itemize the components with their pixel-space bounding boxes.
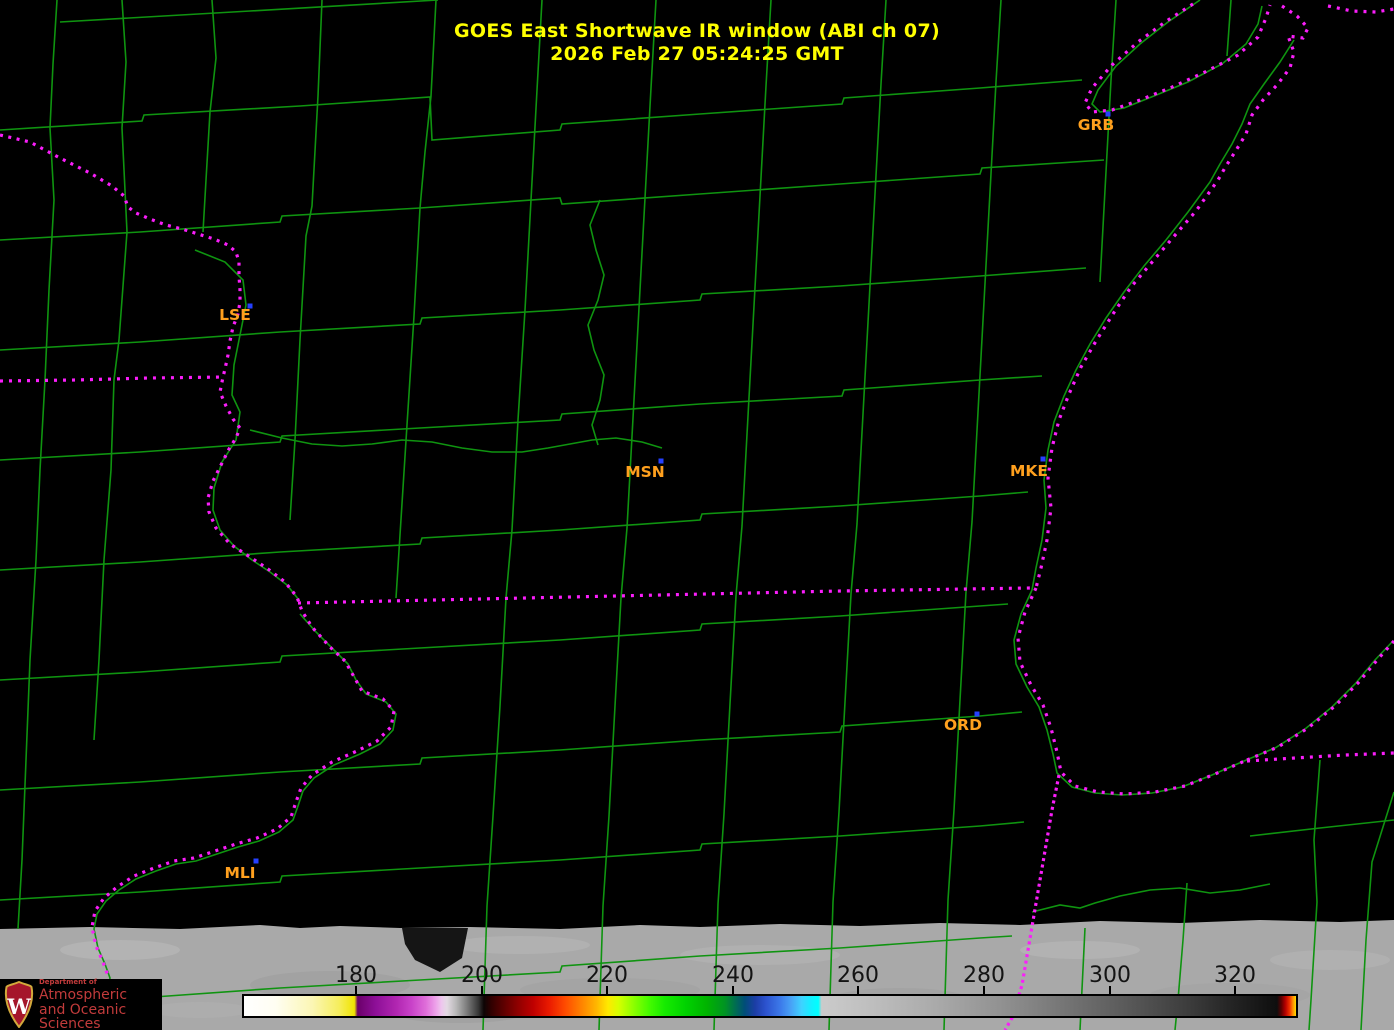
city-label-mli: MLI [224,864,255,882]
colorbar-gradient [242,994,1298,1018]
logo-name-line2: and Oceanic Sciences [39,1003,162,1030]
colorbar-tick-label-320: 320 [1205,963,1265,988]
ir-texture-patch [450,936,590,954]
ir-texture-patch [1270,950,1390,970]
ir-cold-background [0,0,1394,1030]
colorbar-tick-mark [355,986,357,994]
colorbar-tick-label-200: 200 [452,963,512,988]
colorbar-tick-label-240: 240 [703,963,763,988]
uw-crest-icon: W [4,981,34,1028]
ir-texture-patch [150,1002,250,1018]
ir-texture-patch [60,940,180,960]
goes-satellite-image-viewer: GRB LSE MSN MKE ORD MLI GOES East Shortwave I… [0,0,1394,1030]
colorbar-tick-label-180: 180 [326,963,386,988]
title-timestamp-line: 2026 Feb 27 05:24:25 GMT [0,43,1394,66]
colorbar-tick-label-220: 220 [577,963,637,988]
ir-texture-patch [1020,941,1140,959]
colorbar-tick-mark [481,986,483,994]
colorbar-tick-mark [857,986,859,994]
logo-text: Department of Atmospheric and Oceanic Sc… [39,979,162,1030]
colorbar-tick-mark [606,986,608,994]
colorbar-tick-mark [732,986,734,994]
city-label-mke: MKE [1010,462,1048,480]
city-dot-mke [1041,457,1046,462]
city-label-ord: ORD [944,716,982,734]
city-label-msn: MSN [625,463,665,481]
image-title: GOES East Shortwave IR window (ABI ch 07… [0,20,1394,66]
colorbar-tick-label-280: 280 [954,963,1014,988]
colorbar-tick-mark [1109,986,1111,994]
logo-dept-line: Department of [39,979,162,986]
logo-name-line1: Atmospheric [39,988,162,1002]
colorbar-tick-mark [983,986,985,994]
uw-aos-logo: W Department of Atmospheric and Oceanic … [0,979,162,1030]
colorbar-tick-label-260: 260 [828,963,888,988]
city-dot-mli [254,859,259,864]
colorbar-tick-label-300: 300 [1080,963,1140,988]
colorbar-tick-mark [1234,986,1236,994]
city-label-grb: GRB [1078,116,1114,134]
crest-letter: W [6,994,31,1019]
city-label-lse: LSE [219,306,251,324]
satellite-map: GRB LSE MSN MKE ORD MLI [0,0,1394,1030]
title-product-line: GOES East Shortwave IR window (ABI ch 07… [0,20,1394,43]
